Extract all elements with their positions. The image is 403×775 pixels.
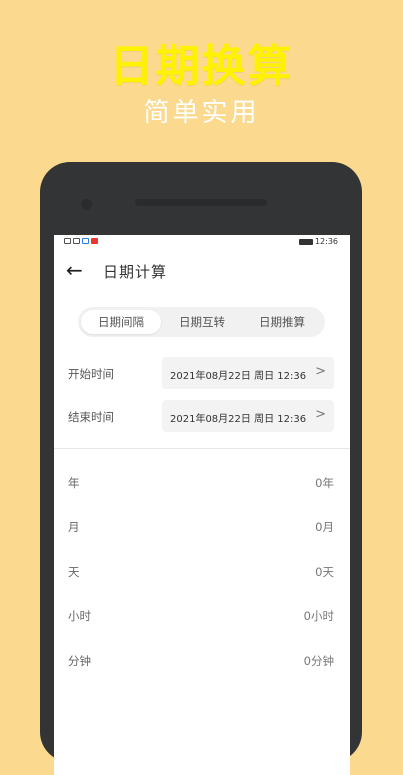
result-label: 年	[68, 476, 80, 490]
result-value: 0年	[315, 476, 334, 490]
divider	[54, 448, 350, 449]
status-icons	[64, 238, 98, 244]
end-time-label: 结束时间	[68, 410, 114, 424]
result-label: 月	[68, 520, 80, 534]
result-value: 0月	[315, 520, 334, 534]
status-bar: 12:36	[54, 235, 350, 250]
mode-tabs: 日期间隔 日期互转 日期推算	[78, 307, 325, 337]
wifi-icon	[73, 238, 80, 244]
status-right: 12:36	[298, 237, 338, 246]
result-value: 0天	[315, 565, 334, 579]
result-row-months: 月 0月	[54, 517, 350, 537]
end-time-value: 2021年08月22日 周日 12:36	[170, 414, 307, 425]
result-label: 天	[68, 565, 80, 579]
result-row-years: 年 0年	[54, 473, 350, 493]
result-label: 分钟	[68, 654, 91, 668]
end-time-row: 结束时间 2021年08月22日 周日 12:36 >	[54, 400, 350, 432]
promo-title: 日期换算	[109, 41, 294, 92]
back-arrow-icon[interactable]: ←	[66, 258, 83, 282]
result-row-minutes: 分钟 0分钟	[54, 651, 350, 671]
start-time-value: 2021年08月22日 周日 12:36	[170, 371, 307, 382]
battery-icon	[298, 238, 313, 245]
result-label: 小时	[68, 609, 91, 623]
chevron-right-icon: >	[315, 407, 326, 422]
result-row-days: 天 0天	[54, 562, 350, 582]
start-time-row: 开始时间 2021年08月22日 周日 12:36 >	[54, 357, 350, 389]
tab-date-calculate[interactable]: 日期推算	[242, 310, 322, 334]
message-icon	[91, 238, 98, 244]
app-screen: 12:36 ← 日期计算 日期间隔 日期互转 日期推算 开始时间 2021年08…	[54, 235, 350, 775]
result-value: 0分钟	[303, 654, 334, 668]
notification-icon	[82, 238, 89, 244]
result-row-hours: 小时 0小时	[54, 606, 350, 626]
promo-subtitle: 简单实用	[143, 98, 260, 128]
phone-frame: 12:36 ← 日期计算 日期间隔 日期互转 日期推算 开始时间 2021年08…	[40, 162, 362, 775]
start-time-label: 开始时间	[68, 367, 114, 381]
end-time-picker[interactable]: 2021年08月22日 周日 12:36 >	[162, 400, 334, 432]
tab-date-convert[interactable]: 日期互转	[162, 310, 242, 334]
sim-icon	[64, 238, 71, 244]
status-time: 12:36	[314, 237, 338, 246]
result-value: 0小时	[303, 609, 334, 623]
camera-dot	[81, 199, 92, 210]
tab-date-interval[interactable]: 日期间隔	[81, 310, 161, 334]
page-title: 日期计算	[103, 263, 168, 281]
chevron-right-icon: >	[315, 364, 326, 379]
start-time-picker[interactable]: 2021年08月22日 周日 12:36 >	[162, 357, 334, 389]
app-header: ← 日期计算	[54, 253, 350, 289]
speaker-grille	[135, 199, 267, 206]
